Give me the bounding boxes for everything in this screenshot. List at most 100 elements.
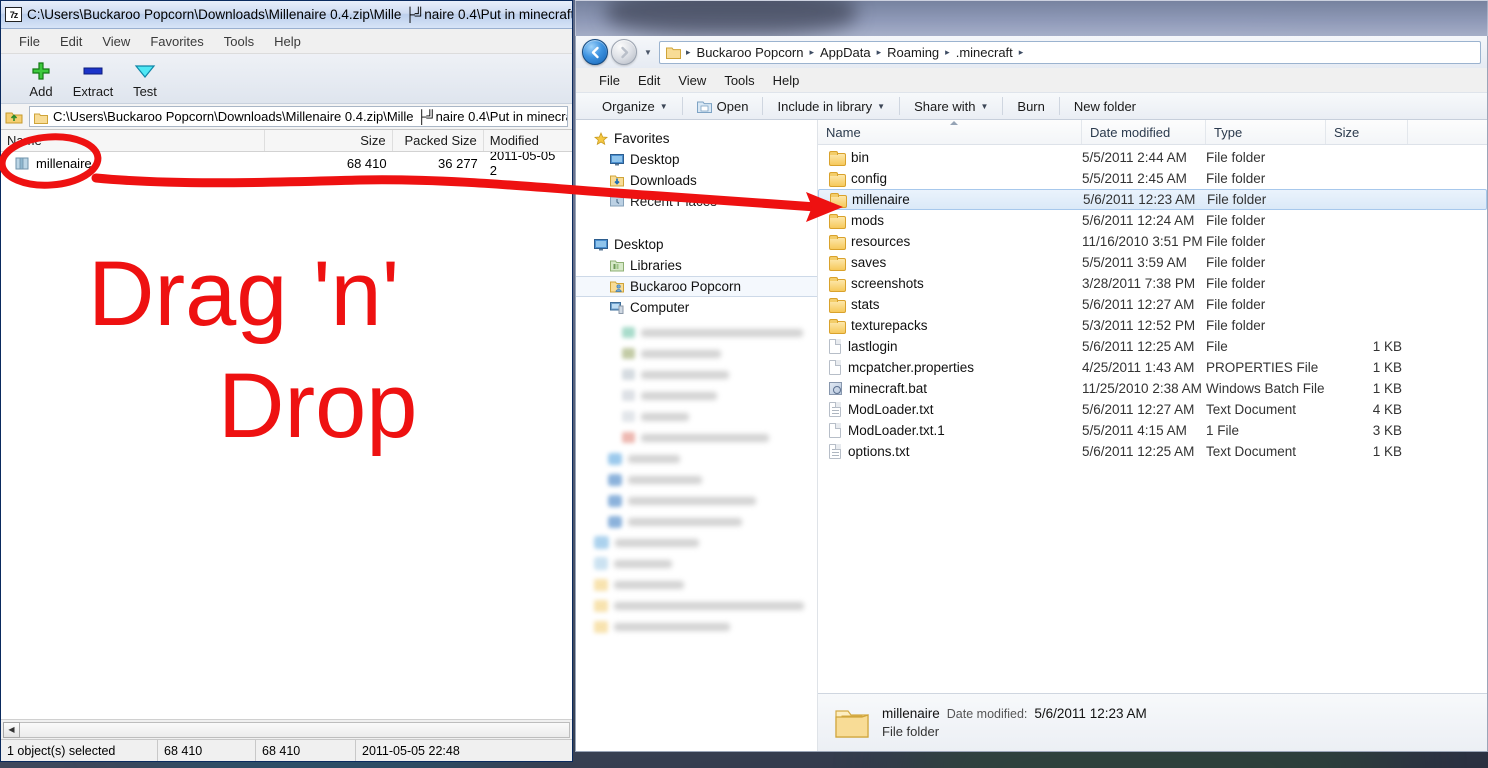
menu-file[interactable]: File bbox=[9, 32, 50, 51]
scroll-track[interactable] bbox=[20, 722, 570, 738]
chevron-down-icon[interactable]: ▼ bbox=[640, 39, 656, 65]
add-button[interactable]: Add bbox=[15, 57, 67, 99]
table-row[interactable]: millenaire 68 410 36 277 2011-05-05 2 bbox=[1, 152, 572, 174]
column-packed-size[interactable]: Packed Size bbox=[393, 130, 484, 151]
open-button[interactable]: Open bbox=[685, 93, 761, 119]
share-with-button[interactable]: Share with ▼ bbox=[902, 93, 1000, 119]
back-arrow-icon[interactable] bbox=[582, 39, 608, 65]
sevenzip-addressbar[interactable]: C:\Users\Buckaroo Popcorn\Downloads\Mill… bbox=[1, 104, 572, 130]
table-row[interactable]: stats5/6/2011 12:27 AMFile folder bbox=[818, 294, 1487, 315]
explorer-navigation-pane[interactable]: Favorites Desktop bbox=[576, 120, 818, 751]
menu-help[interactable]: Help bbox=[264, 32, 311, 51]
table-row[interactable]: lastlogin5/6/2011 12:25 AMFile1 KB bbox=[818, 336, 1487, 357]
breadcrumb-item-minecraft[interactable]: .minecraft bbox=[953, 45, 1016, 60]
table-row[interactable]: config5/5/2011 2:45 AMFile folder bbox=[818, 168, 1487, 189]
list-item[interactable] bbox=[576, 616, 817, 637]
cell-name: resources bbox=[818, 234, 1082, 249]
extract-button[interactable]: Extract bbox=[67, 57, 119, 99]
list-item[interactable] bbox=[576, 490, 817, 511]
organize-button[interactable]: Organize ▼ bbox=[590, 93, 680, 119]
list-item[interactable] bbox=[576, 364, 817, 385]
menu-tools[interactable]: Tools bbox=[715, 72, 763, 89]
table-row[interactable]: ModLoader.txt5/6/2011 12:27 AMText Docum… bbox=[818, 399, 1487, 420]
table-row[interactable]: resources11/16/2010 3:51 PMFile folder bbox=[818, 231, 1487, 252]
sidebar-redacted-items[interactable] bbox=[576, 318, 817, 637]
sidebar-item-recent-places[interactable]: Recent Places bbox=[576, 191, 817, 212]
table-row[interactable]: texturepacks5/3/2011 12:52 PMFile folder bbox=[818, 315, 1487, 336]
table-row[interactable]: bin5/5/2011 2:44 AMFile folder bbox=[818, 147, 1487, 168]
menu-file[interactable]: File bbox=[590, 72, 629, 89]
sidebar-group-favorites[interactable]: Favorites bbox=[576, 128, 817, 149]
up-folder-icon[interactable] bbox=[5, 109, 23, 125]
menu-view[interactable]: View bbox=[92, 32, 140, 51]
table-row[interactable]: screenshots3/28/2011 7:38 PMFile folder bbox=[818, 273, 1487, 294]
explorer-column-header[interactable]: Name Date modified Type Size bbox=[818, 120, 1487, 145]
address-bar-input[interactable]: ▸ Buckaroo Popcorn ▸ AppData ▸ Roaming ▸… bbox=[659, 41, 1481, 64]
new-folder-button[interactable]: New folder bbox=[1062, 93, 1148, 119]
sidebar-group-desktop[interactable]: Desktop bbox=[576, 234, 817, 255]
burn-button[interactable]: Burn bbox=[1005, 93, 1056, 119]
sidebar-item-desktop[interactable]: Desktop bbox=[576, 149, 817, 170]
list-item[interactable] bbox=[576, 574, 817, 595]
list-item[interactable] bbox=[576, 532, 817, 553]
list-item[interactable] bbox=[576, 322, 817, 343]
sevenzip-address-input[interactable]: C:\Users\Buckaroo Popcorn\Downloads\Mill… bbox=[29, 106, 568, 127]
forward-arrow-icon[interactable] bbox=[611, 39, 637, 65]
sevenzip-column-header[interactable]: Name Size Packed Size Modified bbox=[1, 130, 572, 152]
menu-edit[interactable]: Edit bbox=[50, 32, 92, 51]
list-item[interactable] bbox=[576, 343, 817, 364]
table-row[interactable]: mcpatcher.properties4/25/2011 1:43 AMPRO… bbox=[818, 357, 1487, 378]
column-size[interactable]: Size bbox=[265, 130, 392, 151]
list-item[interactable] bbox=[576, 595, 817, 616]
explorer-command-bar[interactable]: Organize ▼ Open Include in library ▼ bbox=[576, 92, 1487, 120]
explorer-menubar[interactable]: File Edit View Tools Help bbox=[576, 68, 1487, 92]
table-row[interactable]: minecraft.bat11/25/2010 2:38 AMWindows B… bbox=[818, 378, 1487, 399]
table-row[interactable]: millenaire5/6/2011 12:23 AMFile folder bbox=[818, 189, 1487, 210]
menu-favorites[interactable]: Favorites bbox=[140, 32, 213, 51]
explorer-titlebar[interactable] bbox=[575, 0, 1488, 36]
explorer-window[interactable]: ▼ ▸ Buckaroo Popcorn ▸ AppData ▸ Roaming… bbox=[575, 0, 1488, 752]
column-name[interactable]: Name bbox=[1, 130, 265, 151]
list-item[interactable] bbox=[576, 385, 817, 406]
list-item[interactable] bbox=[576, 427, 817, 448]
list-item[interactable] bbox=[576, 511, 817, 532]
list-item[interactable] bbox=[576, 406, 817, 427]
explorer-navigation-bar[interactable]: ▼ ▸ Buckaroo Popcorn ▸ AppData ▸ Roaming… bbox=[576, 36, 1487, 68]
menu-tools[interactable]: Tools bbox=[214, 32, 264, 51]
table-row[interactable]: mods5/6/2011 12:24 AMFile folder bbox=[818, 210, 1487, 231]
scroll-left-arrow-icon[interactable]: ◀ bbox=[3, 722, 20, 738]
table-row[interactable]: ModLoader.txt.15/5/2011 4:15 AM1 File3 K… bbox=[818, 420, 1487, 441]
test-button[interactable]: Test bbox=[119, 57, 171, 99]
list-item[interactable] bbox=[576, 553, 817, 574]
sevenzip-toolbar[interactable]: Add Extract Test bbox=[1, 54, 572, 104]
sidebar-item-buckaroo-popcorn[interactable]: Buckaroo Popcorn bbox=[576, 276, 817, 297]
breadcrumb-item-appdata[interactable]: AppData bbox=[817, 45, 874, 60]
menu-help[interactable]: Help bbox=[764, 72, 809, 89]
column-date-modified[interactable]: Date modified bbox=[1082, 120, 1206, 144]
table-row[interactable]: options.txt5/6/2011 12:25 AMText Documen… bbox=[818, 441, 1487, 462]
table-row[interactable]: saves5/5/2011 3:59 AMFile folder bbox=[818, 252, 1487, 273]
breadcrumb-item-roaming[interactable]: Roaming bbox=[884, 45, 942, 60]
menu-view[interactable]: View bbox=[669, 72, 715, 89]
folder-icon bbox=[594, 600, 608, 612]
list-item[interactable] bbox=[576, 448, 817, 469]
sidebar-item-computer[interactable]: Computer bbox=[576, 297, 817, 318]
sevenzip-window[interactable]: 7z C:\Users\Buckaroo Popcorn\Downloads\M… bbox=[0, 0, 573, 762]
column-filler bbox=[1408, 120, 1487, 144]
sidebar-item-libraries[interactable]: Libraries bbox=[576, 255, 817, 276]
list-item[interactable] bbox=[576, 469, 817, 490]
sevenzip-horizontal-scrollbar[interactable]: ◀ bbox=[1, 719, 572, 739]
menu-edit[interactable]: Edit bbox=[629, 72, 669, 89]
column-name[interactable]: Name bbox=[818, 120, 1082, 144]
explorer-content-pane[interactable]: Name Date modified Type Size bin5/5/2011… bbox=[818, 120, 1487, 751]
sevenzip-file-list[interactable]: millenaire 68 410 36 277 2011-05-05 2 bbox=[1, 152, 572, 719]
sidebar-item-downloads[interactable]: Downloads bbox=[576, 170, 817, 191]
column-type[interactable]: Type bbox=[1206, 120, 1326, 144]
breadcrumb-item-user[interactable]: Buckaroo Popcorn bbox=[694, 45, 807, 60]
sevenzip-menubar[interactable]: File Edit View Favorites Tools Help bbox=[1, 29, 572, 54]
column-modified[interactable]: Modified bbox=[484, 130, 572, 151]
column-size[interactable]: Size bbox=[1326, 120, 1408, 144]
include-in-library-button[interactable]: Include in library ▼ bbox=[765, 93, 897, 119]
explorer-file-list[interactable]: bin5/5/2011 2:44 AMFile folderconfig5/5/… bbox=[818, 145, 1487, 693]
sevenzip-titlebar[interactable]: 7z C:\Users\Buckaroo Popcorn\Downloads\M… bbox=[1, 1, 572, 29]
